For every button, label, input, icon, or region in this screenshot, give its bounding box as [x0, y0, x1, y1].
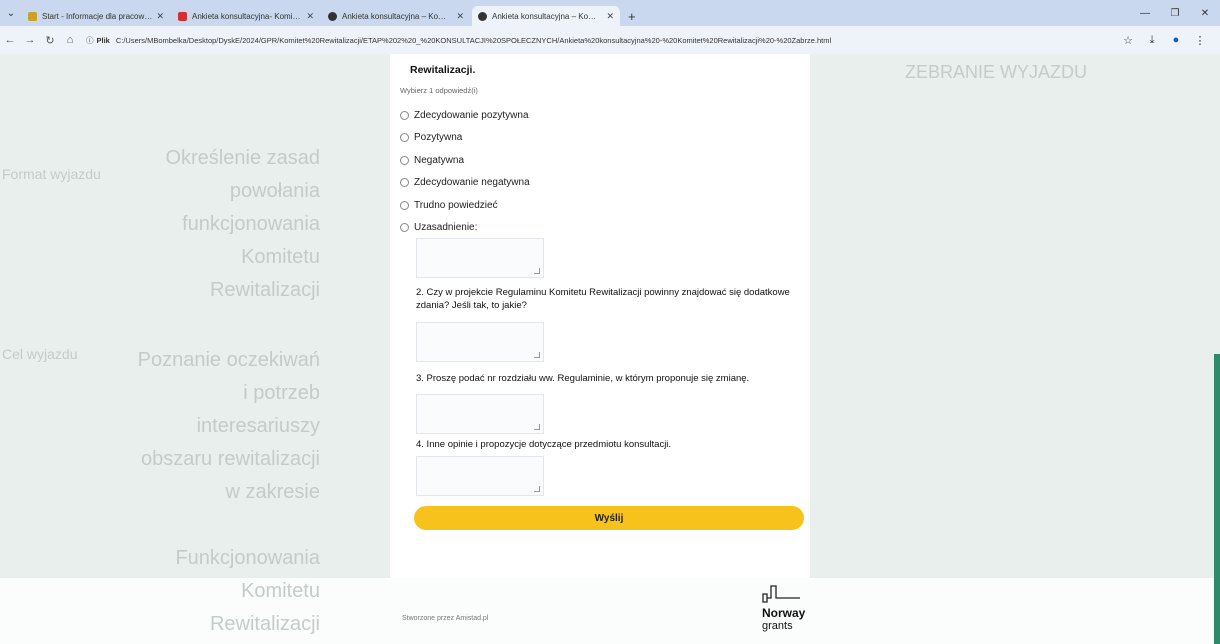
norway-grants-logo: Norway grants — [762, 582, 822, 632]
radio-button[interactable] — [400, 155, 409, 165]
background-line: w zakresie — [225, 481, 320, 503]
background-line: i potrzeb — [243, 382, 320, 404]
submit-button[interactable]: Wyślij — [414, 506, 804, 530]
background-line: Poznanie oczekiwań — [137, 349, 320, 371]
justification-textarea[interactable] — [416, 238, 544, 278]
tab-favicon-icon — [478, 11, 487, 21]
norway-grants-mark-icon — [762, 585, 800, 603]
background-heading: ZEBRANIE WYJAZDU — [905, 62, 1088, 82]
option-hard-to-say[interactable]: Trudno powiedzieć — [400, 194, 530, 217]
radio-button[interactable] — [400, 223, 409, 233]
tab-title: Ankieta konsultacyjna – Komitet Rewitali… — [342, 11, 452, 21]
question-1-options: Zdecydowanie pozytywna Pozytywna Negatyw… — [400, 104, 530, 239]
question-2-textarea[interactable] — [416, 322, 544, 362]
background-line: obszaru rewitalizacji — [141, 448, 320, 470]
browser-toolbar: ← → ↻ ⌂ ⓘ Plik C:/Users/MBombelka/Deskto… — [0, 26, 1220, 55]
background-block-2: Poznanie oczekiwań i potrzeb interesariu… — [50, 344, 320, 509]
address-bar[interactable]: ⓘ Plik C:/Users/MBombelka/Desktop/DyskE/… — [86, 30, 1086, 50]
browser-tab-1[interactable]: Start - Informacje dla pracowników ✕ — [22, 6, 170, 26]
option-label: Negatywna — [414, 154, 465, 166]
page-viewport: ZEBRANIE WYJAZDU Format wyjazdu Cel wyja… — [0, 54, 1220, 644]
background-line: Komitetu — [241, 246, 320, 268]
tab-close-icon[interactable]: ✕ — [306, 11, 314, 22]
question-4-textarea[interactable] — [416, 456, 544, 496]
tab-title: Start - Informacje dla pracowników — [42, 11, 153, 21]
window-controls: — ❐ ✕ — [1130, 0, 1220, 26]
tab-title: Ankieta konsultacyjna – Komitet Rewitali… — [492, 11, 602, 21]
background-line: Funkcjonowania — [175, 547, 320, 569]
toolbar-right-actions: ☆ ⤓ ● ⋮ — [1116, 26, 1212, 54]
background-block-1: Określenie zasad powołania funkcjonowani… — [60, 142, 320, 307]
maximize-icon[interactable]: ❐ — [1160, 8, 1190, 19]
background-line: Rewitalizacji — [209, 613, 320, 635]
tab-title: Ankieta konsultacyjna- Komitet Rewitaliz… — [192, 11, 302, 21]
option-negative[interactable]: Negatywna — [400, 149, 530, 172]
download-icon[interactable]: ⤓ — [1140, 34, 1164, 47]
footer-credit[interactable]: Stworzone przez Amistad.pl — [402, 615, 488, 622]
option-label: Trudno powiedzieć — [414, 199, 498, 211]
window-close-icon[interactable]: ✕ — [1190, 8, 1220, 19]
tab-favicon-icon — [178, 11, 187, 21]
question-2-text: 2. Czy w projekcie Regulaminu Komitetu R… — [416, 287, 790, 311]
menu-kebab-icon[interactable]: ⋮ — [1188, 34, 1212, 47]
option-label: Uzasadnienie: — [414, 222, 478, 234]
tab-search-chevron-icon[interactable]: ⌄ — [0, 0, 22, 26]
survey-form-modal: Rewitalizacji. Wybierz 1 odpowiedź(i) Zd… — [390, 54, 810, 578]
radio-button[interactable] — [400, 133, 409, 143]
option-label: Zdecydowanie pozytywna — [414, 109, 529, 121]
scheme-label: Plik — [96, 35, 110, 45]
new-tab-plus-icon[interactable]: + — [622, 9, 644, 26]
browser-tab-4-active[interactable]: Ankieta konsultacyjna – Komitet Rewitali… — [472, 6, 620, 26]
reload-icon[interactable]: ↻ — [40, 34, 60, 47]
background-block-3: Funkcjonowania Komitetu Rewitalizacji — [50, 542, 320, 641]
background-line: Rewitalizacji — [209, 279, 320, 301]
question-1-title-tail: Rewitalizacji. — [410, 64, 476, 76]
browser-tab-2[interactable]: Ankieta konsultacyjna- Komitet Rewitaliz… — [172, 6, 320, 26]
option-label: Zdecydowanie negatywna — [414, 177, 530, 189]
tab-favicon-icon — [328, 11, 337, 21]
tab-close-icon[interactable]: ✕ — [456, 11, 464, 22]
forward-arrow-icon[interactable]: → — [20, 34, 40, 46]
back-arrow-icon[interactable]: ← — [0, 34, 20, 46]
logo-name: Norway — [762, 606, 806, 620]
radio-button[interactable] — [400, 200, 409, 210]
answer-hint: Wybierz 1 odpowiedź(i) — [400, 86, 478, 95]
option-strongly-positive[interactable]: Zdecydowanie pozytywna — [400, 104, 530, 127]
radio-button[interactable] — [400, 110, 409, 120]
background-line: Komitetu — [241, 580, 320, 602]
bookmark-star-icon[interactable]: ☆ — [1116, 34, 1140, 47]
tab-close-icon[interactable]: ✕ — [606, 11, 614, 22]
page-scrollbar[interactable] — [1214, 354, 1220, 644]
browser-tab-3[interactable]: Ankieta konsultacyjna – Komitet Rewitali… — [322, 6, 470, 26]
profile-icon[interactable]: ● — [1164, 34, 1188, 46]
tab-bar: ⌄ Start - Informacje dla pracowników ✕ A… — [0, 0, 1220, 26]
background-line: interesariuszy — [196, 415, 320, 437]
address-url: C:/Users/MBombelka/Desktop/DyskE/2024/GP… — [115, 35, 832, 45]
question-4-text: 4. Inne opinie i propozycje dotyczące pr… — [416, 439, 672, 450]
option-positive[interactable]: Pozytywna — [400, 127, 530, 150]
info-icon[interactable]: ⓘ — [86, 35, 94, 46]
background-line: Określenie zasad — [165, 147, 320, 169]
minimize-icon[interactable]: — — [1130, 8, 1160, 19]
radio-button[interactable] — [400, 178, 409, 188]
logo-sub: grants — [762, 620, 793, 632]
option-justification[interactable]: Uzasadnienie: — [400, 217, 530, 240]
home-icon[interactable]: ⌂ — [60, 34, 80, 46]
background-line: powołania — [229, 180, 320, 202]
question-3-text: 3. Proszę podać nr rozdziału ww. Regulam… — [416, 373, 750, 384]
background-line: funkcjonowania — [182, 213, 320, 235]
question-3-textarea[interactable] — [416, 394, 544, 434]
tab-close-icon[interactable]: ✕ — [156, 11, 164, 22]
option-strongly-negative[interactable]: Zdecydowanie negatywna — [400, 172, 530, 195]
option-label: Pozytywna — [414, 132, 463, 144]
tab-favicon-icon — [28, 11, 37, 21]
